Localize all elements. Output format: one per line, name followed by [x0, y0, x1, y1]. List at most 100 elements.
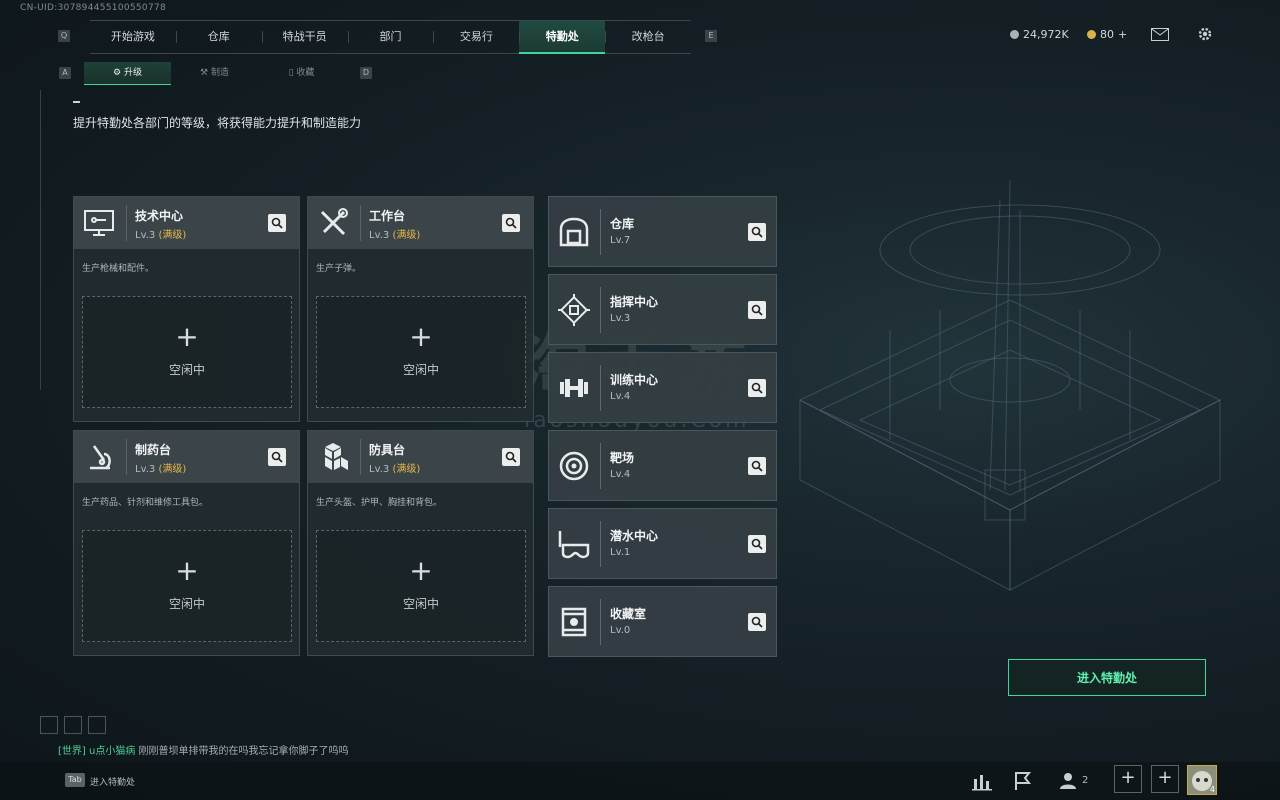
gold-currency[interactable]: 80 + — [1087, 28, 1127, 41]
details-button[interactable] — [748, 223, 766, 241]
plus-icon: + — [175, 554, 199, 587]
details-button[interactable] — [268, 448, 286, 466]
warehouse-icon — [559, 217, 589, 247]
mail-icon[interactable] — [1151, 28, 1169, 41]
search-icon — [751, 226, 763, 238]
slot-status: 空闲中 — [402, 363, 439, 377]
facility-card-training-center[interactable]: 训练中心 Lv.4 — [548, 352, 777, 423]
tab-trading[interactable]: 交易行 — [433, 21, 519, 53]
facility-card-diving-center[interactable]: 潜水中心 Lv.1 — [548, 508, 777, 579]
production-slot[interactable]: + 空闲中 — [82, 530, 292, 642]
production-slot[interactable]: + 空闲中 — [316, 296, 526, 408]
max-level-tag: (满级) — [392, 230, 421, 241]
facility-level: Lv.7 — [610, 235, 631, 246]
subtab-craft-label: 制造 — [210, 68, 229, 78]
tab-hint: 进入特勤处 — [90, 778, 136, 788]
chat-user[interactable]: u点小猫病 — [89, 746, 135, 757]
details-button[interactable] — [748, 457, 766, 475]
details-button[interactable] — [502, 214, 520, 232]
card-level: Lv.3 (满级) — [135, 460, 186, 475]
subtab-craft[interactable]: ⚒ 制造 — [171, 62, 258, 84]
facility-card-shooting-range[interactable]: 靶场 Lv.4 — [548, 430, 777, 501]
gold-add-button[interactable]: + — [1118, 28, 1127, 41]
card-title: 技术中心 — [135, 209, 184, 223]
boxes-icon — [325, 443, 348, 470]
card-description: 生产子弹。 — [316, 264, 362, 274]
tab-gunsmith[interactable]: 改枪台 — [605, 21, 691, 53]
plus-icon: + — [409, 554, 433, 587]
chat-message: 刚刚普坝单排带我的在吗我忘记拿你脚子了呜呜 — [138, 746, 349, 757]
production-slot[interactable]: + 空闲中 — [316, 530, 526, 642]
trophy-case-icon — [561, 607, 587, 637]
details-button[interactable] — [748, 379, 766, 397]
tab-start-game[interactable]: 开始游戏 — [90, 21, 176, 53]
details-button[interactable] — [502, 448, 520, 466]
craft-icon: ⚒ — [200, 68, 211, 78]
subnav-left-key[interactable]: A — [59, 67, 71, 79]
tab-special-ops[interactable]: 特勤处 — [519, 21, 606, 54]
flag-icon[interactable] — [1010, 769, 1036, 793]
base-schematic-illustration — [798, 180, 1222, 591]
workstation-card-armor-bench: 防具台 Lv.3 (满级) 生产头盔、护甲、胸挂和背包。 + 空闲中 — [307, 430, 534, 656]
search-icon — [271, 451, 283, 463]
tab-key[interactable]: Tab — [65, 773, 85, 787]
slot-status: 空闲中 — [168, 363, 205, 377]
details-button[interactable] — [748, 535, 766, 553]
facility-name: 仓库 — [610, 217, 635, 231]
gold-amount: 80 — [1100, 28, 1114, 41]
facility-level: Lv.1 — [610, 547, 631, 558]
workstation-card-tech-center: 技术中心 Lv.3 (满级) 生产枪械和配件。 + 空闲中 — [73, 196, 300, 422]
tab-warehouse[interactable]: 仓库 — [175, 21, 262, 53]
subtab-upgrade[interactable]: ⚙ 升级 — [84, 62, 171, 85]
production-slot[interactable]: + 空闲中 — [82, 296, 292, 408]
dumbbell-icon — [560, 379, 588, 397]
chat-line[interactable]: [世界] u点小猫病 刚刚普坝单排带我的在吗我忘记拿你脚子了呜呜 — [58, 742, 349, 757]
search-icon — [751, 460, 763, 472]
gear-icon[interactable] — [1196, 25, 1214, 43]
upgrade-icon: ⚙ — [113, 68, 124, 78]
facility-name: 潜水中心 — [610, 529, 659, 543]
facility-card-command-center[interactable]: 指挥中心 Lv.3 — [548, 274, 777, 345]
card-separator — [600, 443, 601, 489]
search-icon — [751, 304, 763, 316]
tab-department[interactable]: 部门 — [347, 21, 434, 53]
gold-coin-icon — [1087, 30, 1096, 39]
tools-icon — [320, 208, 348, 236]
nav-left-key[interactable]: Q — [58, 30, 70, 42]
tab-operators[interactable]: 特战干员 — [261, 21, 348, 53]
details-button[interactable] — [268, 214, 286, 232]
subtab-collection[interactable]: ▯ 收藏 — [258, 62, 345, 84]
search-icon — [751, 616, 763, 628]
card-title: 制药台 — [135, 443, 172, 457]
card-description: 生产药品、针剂和维修工具包。 — [82, 498, 209, 508]
facility-card-warehouse[interactable]: 仓库 Lv.7 — [548, 196, 777, 267]
stats-icon[interactable] — [970, 769, 996, 793]
card-separator — [600, 599, 601, 645]
card-level: Lv.3 (满级) — [135, 226, 186, 241]
level-value: Lv.3 — [369, 464, 390, 475]
quick-slot[interactable] — [64, 716, 82, 734]
friends-icon[interactable] — [1058, 769, 1084, 793]
search-icon — [505, 217, 517, 229]
quick-slot[interactable] — [88, 716, 106, 734]
card-level: Lv.3 (满级) — [369, 460, 420, 475]
left-divider — [40, 90, 41, 390]
card-separator — [600, 365, 601, 411]
plus-icon: + — [175, 320, 199, 353]
facility-level: Lv.4 — [610, 469, 631, 480]
card-description: 生产头盔、护甲、胸挂和背包。 — [316, 498, 443, 508]
enter-special-ops-button[interactable]: 进入特勤处 — [1008, 659, 1206, 696]
facility-card-collection-room[interactable]: 收藏室 Lv.0 — [548, 586, 777, 657]
add-button[interactable]: + — [1151, 765, 1179, 793]
details-button[interactable] — [748, 301, 766, 319]
details-button[interactable] — [748, 613, 766, 631]
card-description: 生产枪械和配件。 — [82, 264, 155, 274]
subnav-right-key[interactable]: D — [360, 67, 372, 79]
quick-slot[interactable] — [40, 716, 58, 734]
section-marker — [73, 101, 80, 103]
nav-right-key[interactable]: E — [705, 30, 717, 42]
facility-name: 靶场 — [610, 451, 635, 465]
avatar[interactable]: 4 — [1187, 765, 1217, 795]
card-separator — [600, 521, 601, 567]
add-button[interactable]: + — [1114, 765, 1142, 793]
